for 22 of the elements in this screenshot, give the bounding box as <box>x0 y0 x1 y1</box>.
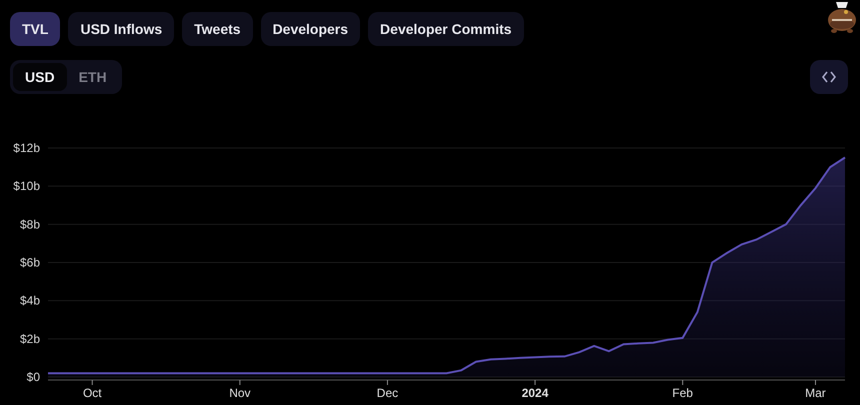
currency-option[interactable]: USD <box>13 63 67 91</box>
x-axis-label: Oct <box>82 386 102 400</box>
tab[interactable]: Developer Commits <box>368 12 524 46</box>
x-axis-label: Feb <box>672 386 693 400</box>
y-axis-label: $8b <box>20 217 40 232</box>
currency-option[interactable]: ETH <box>66 63 119 91</box>
y-axis-label: $2b <box>20 332 40 346</box>
tab[interactable]: Tweets <box>182 12 253 46</box>
y-axis-label: $12b <box>13 141 40 155</box>
code-icon <box>822 71 836 83</box>
x-axis-label: 2024 <box>522 386 548 400</box>
tab[interactable]: USD Inflows <box>68 12 174 46</box>
y-axis-label: $6b <box>20 256 40 270</box>
tab[interactable]: TVL <box>10 12 60 46</box>
y-axis-label: $0 <box>26 370 40 384</box>
y-axis-label: $4b <box>20 294 40 308</box>
x-axis-label: Dec <box>376 386 398 400</box>
tab[interactable]: Developers <box>260 12 360 46</box>
y-axis-label: $10b <box>13 179 40 194</box>
x-axis-label: Mar <box>805 386 826 400</box>
embed-button[interactable] <box>810 60 848 94</box>
x-axis-label: Nov <box>229 386 251 400</box>
